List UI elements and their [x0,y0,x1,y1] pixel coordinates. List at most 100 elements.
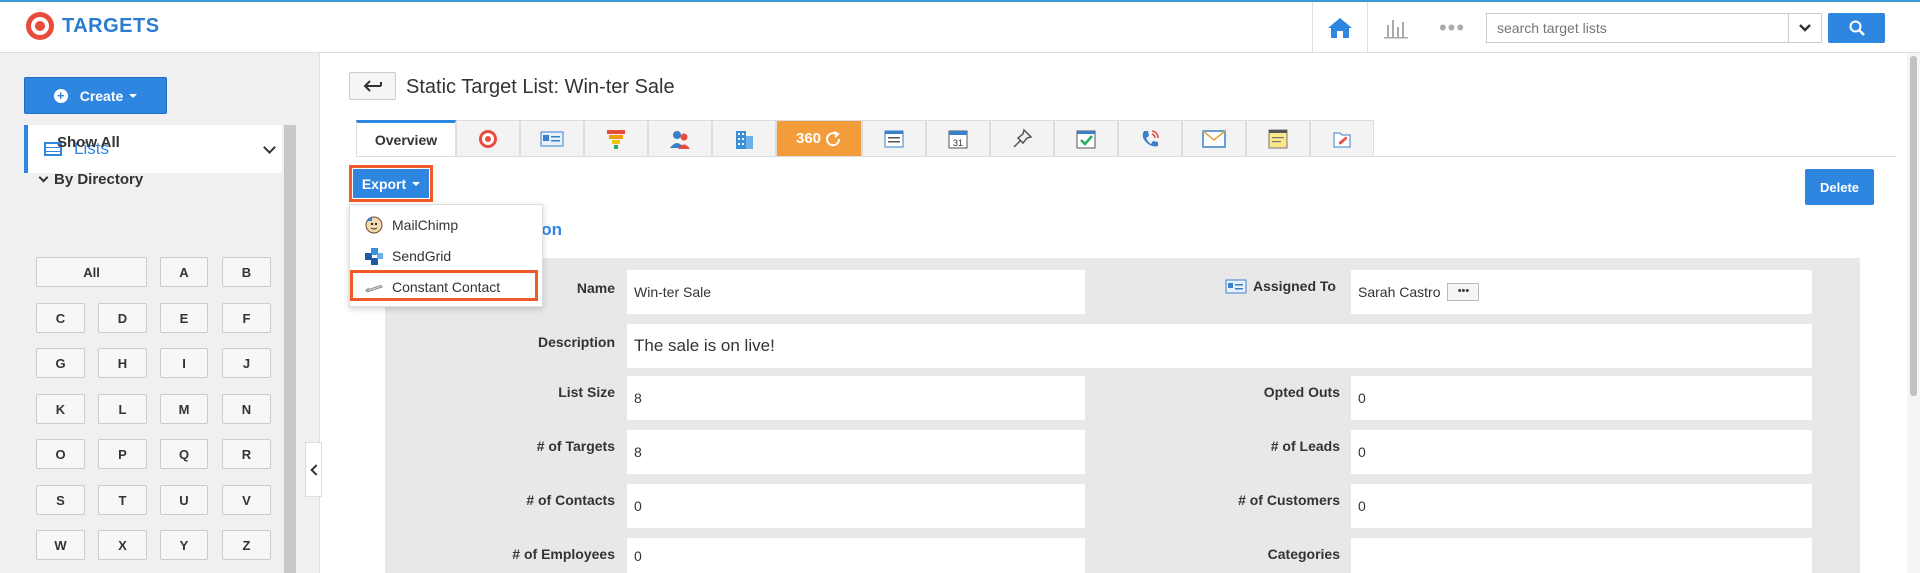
export-mailchimp-label: MailChimp [392,217,459,233]
tab-emails[interactable] [1182,120,1246,156]
directory-letter[interactable]: U [160,485,208,515]
page-scrollbar-thumb[interactable] [1910,56,1917,396]
directory-letter[interactable]: A [160,257,208,287]
directory-letter[interactable]: I [160,348,208,378]
arrow-left-icon [363,80,382,92]
directory-letter[interactable]: E [160,303,208,333]
delete-button[interactable]: Delete [1805,169,1874,205]
note-icon [1268,129,1288,148]
assigned-to-label: Assigned To [1253,278,1336,294]
pin-icon [1013,128,1033,148]
tab-pins[interactable] [990,120,1054,156]
target-logo-icon [26,12,54,40]
constant-contact-highlight-outline [350,270,538,301]
brand-title: TARGETS [62,14,160,37]
directory-letter[interactable]: N [222,394,271,424]
export-mailchimp[interactable]: MailChimp [352,211,540,239]
export-sendgrid[interactable]: SendGrid [352,242,540,270]
search-button[interactable] [1828,12,1885,43]
more-options-button[interactable]: ••• [1424,2,1480,53]
opted-outs-value: 0 [1351,376,1812,420]
description-label: Description [537,334,615,350]
directory-letter[interactable]: L [98,394,147,424]
leads-count-value: 0 [1351,430,1812,474]
sendgrid-icon [365,248,383,265]
employees-count-value: 0 [627,538,1085,573]
directory-letter[interactable]: Y [160,530,208,560]
directory-letter[interactable]: Q [160,439,208,469]
create-button[interactable]: + Create [24,77,167,114]
by-directory-toggle[interactable]: By Directory [38,171,143,188]
tab-contacts[interactable] [648,120,712,156]
tab-notes[interactable] [1246,120,1310,156]
attachment-icon [1333,132,1351,147]
export-button[interactable]: Export [353,169,429,198]
mailchimp-icon [365,216,383,234]
phone-icon [1142,129,1159,146]
directory-letter[interactable]: X [98,530,147,560]
tab-documents[interactable] [862,120,926,156]
directory-letter[interactable]: S [36,485,85,515]
export-sendgrid-label: SendGrid [392,248,452,264]
assign-user-button[interactable]: ••• [1447,283,1480,301]
tab-tasks[interactable] [1054,120,1118,156]
brand[interactable]: TARGETS [26,12,160,40]
export-label: Export [361,175,407,192]
tab-funnel[interactable] [584,120,648,156]
categories-value [1351,538,1812,573]
assigned-to-value: Sarah Castro ••• [1351,270,1812,314]
tab-360-view[interactable]: 360 [776,120,862,156]
directory-letter[interactable]: D [98,303,147,333]
directory-letter[interactable]: Z [222,530,271,560]
home-button[interactable] [1312,2,1368,53]
chevron-down-icon [1799,23,1811,32]
tab-calendar[interactable]: 31 [926,120,990,156]
tab-accounts[interactable] [712,120,776,156]
directory-letter[interactable]: B [222,257,271,287]
directory-letter-all[interactable]: All [36,257,147,287]
targets-count-label: # of Targets [536,438,615,454]
search-input[interactable] [1486,12,1788,43]
directory-letter[interactable]: V [222,485,271,515]
directory-letter[interactable]: R [222,439,271,469]
tab-targets[interactable] [456,120,520,156]
calendar-icon: 31 [948,130,968,148]
customers-count-label: # of Customers [1238,492,1340,508]
chevron-down-icon [263,141,276,154]
reports-button[interactable] [1368,2,1424,53]
directory-letter[interactable]: G [36,348,85,378]
directory-letter[interactable]: F [222,303,271,333]
tab-attachments[interactable] [1310,120,1374,156]
directory-letter[interactable]: H [98,348,147,378]
top-actions: ••• [1312,2,1885,53]
create-label: Create [79,87,124,104]
directory-letter[interactable]: W [36,530,85,560]
sidebar-scrollbar[interactable] [284,125,296,573]
list-size-value: 8 [627,376,1085,420]
directory-letter[interactable]: K [36,394,85,424]
contacts-count-label: # of Contacts [526,492,615,508]
tab-id-card[interactable] [520,120,584,156]
directory-letter[interactable]: M [160,394,208,424]
tab-calls[interactable] [1118,120,1182,156]
directory-letter[interactable]: P [98,439,147,469]
collapse-sidebar-button[interactable] [305,442,322,497]
calendar-day: 31 [953,138,963,148]
name-value: Win-ter Sale [627,270,1085,314]
tabs-divider [356,156,1896,157]
tab-overview[interactable]: Overview [356,120,456,157]
building-icon [736,130,753,149]
leads-count-label: # of Leads [1270,438,1340,454]
description-value: The sale is on live! [627,324,1812,368]
search-filter-dropdown[interactable] [1788,12,1822,43]
back-button[interactable] [349,72,396,100]
task-check-icon [1076,130,1096,148]
show-all-link[interactable]: Show All [57,134,120,151]
directory-letter[interactable]: T [98,485,147,515]
directory-letter[interactable]: O [36,439,85,469]
directory-letter[interactable]: C [36,303,85,333]
assigned-to-name: Sarah Castro [1358,284,1441,300]
directory-letter[interactable]: J [222,348,271,378]
targets-count-value: 8 [627,430,1085,474]
record-tabs: Overview 360 31 [356,120,1374,157]
